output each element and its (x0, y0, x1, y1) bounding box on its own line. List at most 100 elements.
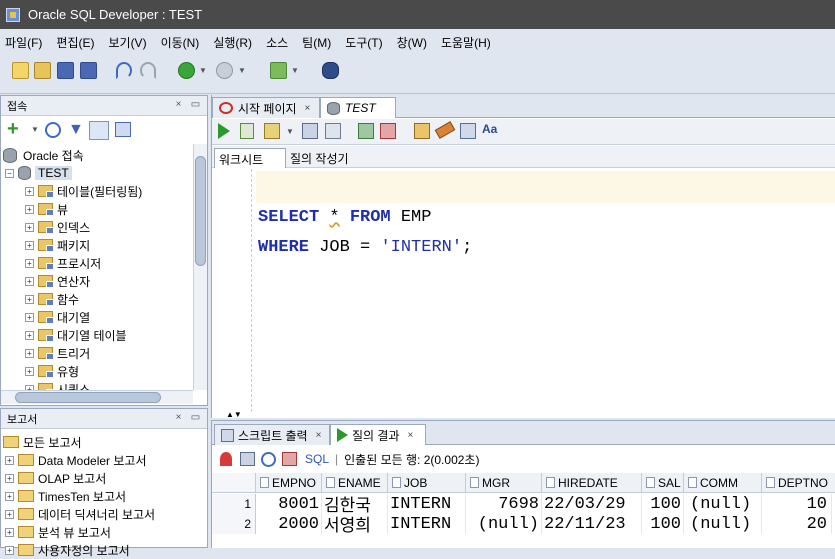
expand-icon[interactable]: + (5, 455, 14, 465)
table-cell[interactable]: 10 (762, 494, 832, 514)
table-cell[interactable]: 20 (762, 514, 832, 534)
tree-item-indexes[interactable]: + 인덱스 (25, 218, 90, 236)
manage-icon[interactable] (115, 122, 131, 137)
menu-tools[interactable]: 도구(T) (345, 34, 382, 51)
save-icon[interactable] (57, 62, 74, 79)
expand-icon[interactable]: + (25, 186, 34, 196)
tree-root-oracle[interactable]: Oracle 접속 (3, 146, 84, 164)
save-all-icon[interactable] (80, 62, 97, 79)
run-script-icon[interactable] (240, 123, 254, 139)
rollback-icon[interactable] (380, 123, 396, 139)
column-header-sal[interactable]: SAL (642, 473, 684, 493)
undo-icon[interactable] (116, 62, 132, 79)
schema-browser-icon[interactable] (89, 121, 109, 140)
minimize-icon[interactable]: ▭ (189, 412, 202, 423)
expand-icon[interactable]: + (5, 527, 14, 537)
commit-dropdown-icon[interactable]: ▼ (286, 127, 294, 136)
report-user-defined[interactable]: + 사용자정의 보고서 (5, 541, 130, 559)
table-cell[interactable]: INTERN (388, 514, 466, 534)
tree-item-queues[interactable]: + 대기열 (25, 308, 90, 326)
table-cell[interactable]: 22/03/29 (542, 494, 642, 514)
sql-tuning-icon[interactable] (414, 123, 430, 139)
open-icon[interactable] (34, 62, 51, 79)
code-line-2[interactable]: WHERE JOB = 'INTERN'; (258, 238, 472, 257)
column-header-comm[interactable]: COMM (684, 473, 762, 493)
menu-run[interactable]: 실행(R) (213, 34, 252, 51)
tree-item-functions[interactable]: + 함수 (25, 290, 79, 308)
back-dropdown-icon[interactable]: ▼ (199, 66, 207, 75)
tree-item-sequences[interactable]: + 시퀀스 (25, 380, 90, 390)
row-number[interactable]: 2 (212, 514, 256, 534)
pin-icon[interactable] (220, 452, 232, 466)
table-cell[interactable]: 100 (642, 494, 684, 514)
splitter-arrows-icon[interactable]: ▲▼ (226, 411, 242, 419)
table-cell[interactable]: 22/11/23 (542, 514, 642, 534)
expand-icon[interactable]: + (25, 330, 34, 340)
tab-query-result[interactable]: 질의 결과 × (330, 424, 426, 445)
column-header-mgr[interactable]: MGR (466, 473, 542, 493)
report-all[interactable]: 모든 보고서 (3, 433, 82, 451)
forward-icon[interactable] (216, 62, 233, 79)
filter-icon[interactable]: ▼ (68, 122, 84, 138)
expand-icon[interactable]: + (25, 276, 34, 286)
refresh-icon[interactable] (45, 122, 61, 138)
report-data-dictionary[interactable]: + 데이터 딕셔너리 보고서 (5, 505, 155, 523)
explain-plan-icon[interactable] (302, 123, 318, 139)
expand-icon[interactable]: + (5, 491, 14, 501)
delete-icon[interactable] (282, 452, 297, 466)
menu-team[interactable]: 팀(M) (302, 34, 331, 51)
clear-eraser-icon[interactable] (434, 121, 456, 139)
close-icon[interactable]: × (316, 430, 322, 441)
report-data-modeler[interactable]: + Data Modeler 보고서 (5, 451, 147, 469)
report-analytic-view[interactable]: + 분석 뷰 보고서 (5, 523, 111, 541)
collapse-icon[interactable]: − (5, 168, 14, 178)
menu-file[interactable]: 파일(F) (5, 34, 42, 51)
subtab-query-builder[interactable]: 질의 작성기 (290, 150, 349, 168)
tree-vertical-scrollbar[interactable] (193, 144, 207, 390)
scroll-thumb[interactable] (15, 392, 161, 403)
column-header-empno[interactable]: EMPNO (256, 473, 322, 493)
expand-icon[interactable]: + (25, 204, 34, 214)
minimize-icon[interactable]: ▭ (189, 99, 202, 110)
expand-icon[interactable]: + (25, 294, 34, 304)
table-cell[interactable]: 서영희 (322, 514, 388, 537)
column-header-ename[interactable]: ENAME (322, 473, 388, 493)
subtab-worksheet[interactable]: 워크시트 (214, 148, 286, 168)
tree-item-tables[interactable]: + 테이블(필터링됨) (25, 182, 142, 200)
tree-item-types[interactable]: + 유형 (25, 362, 79, 380)
expand-icon[interactable]: + (25, 222, 34, 232)
menu-source[interactable]: 소스 (266, 34, 288, 51)
sql-dropdown-icon[interactable]: ▼ (291, 66, 299, 75)
sql-worksheet-icon[interactable] (270, 62, 287, 79)
tab-test[interactable]: TEST (320, 97, 396, 118)
forward-dropdown-icon[interactable]: ▼ (238, 66, 246, 75)
close-icon[interactable]: × (172, 412, 185, 423)
binoculars-icon[interactable] (322, 62, 339, 79)
expand-icon[interactable]: + (25, 258, 34, 268)
tree-horizontal-scrollbar[interactable] (1, 390, 193, 404)
menu-help[interactable]: 도움말(H) (441, 34, 491, 51)
menu-navigate[interactable]: 이동(N) (161, 34, 200, 51)
table-cell[interactable]: INTERN (388, 494, 466, 514)
add-connection-icon[interactable]: + (7, 119, 19, 139)
run-statement-icon[interactable] (218, 123, 230, 139)
menu-edit[interactable]: 편집(E) (56, 34, 94, 51)
back-icon[interactable] (178, 62, 195, 79)
column-header-deptno[interactable]: DEPTNO (762, 473, 835, 493)
expand-icon[interactable]: + (25, 240, 34, 250)
close-icon[interactable]: × (172, 99, 185, 110)
tree-item-operators[interactable]: + 연산자 (25, 272, 90, 290)
tab-start-page[interactable]: 시작 페이지 × (212, 97, 320, 118)
sql-link[interactable]: SQL (305, 452, 329, 466)
tree-item-procedures[interactable]: + 프로시저 (25, 254, 101, 272)
table-cell[interactable]: (null) (684, 514, 762, 534)
tree-item-triggers[interactable]: + 트리거 (25, 344, 90, 362)
row-number[interactable]: 1 (212, 494, 256, 514)
close-icon[interactable]: × (305, 103, 311, 114)
export-icon[interactable] (240, 452, 255, 466)
expand-icon[interactable]: + (25, 312, 34, 322)
commit-icon[interactable] (264, 123, 280, 139)
tree-item-views[interactable]: + 뷰 (25, 200, 68, 218)
table-cell[interactable]: 2000 (256, 514, 322, 534)
column-header-hiredate[interactable]: HIREDATE (542, 473, 642, 493)
